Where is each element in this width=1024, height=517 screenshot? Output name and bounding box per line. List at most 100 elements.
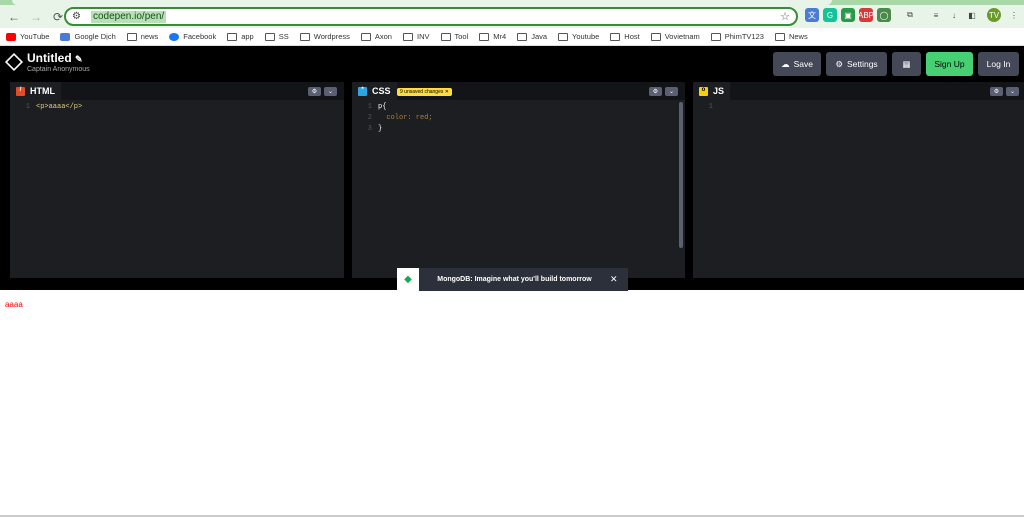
layout-button[interactable]: ▦ — [892, 52, 921, 76]
bookmark-label: Google Dịch — [74, 32, 116, 41]
gear-icon: ⚙ — [835, 58, 843, 69]
html-code[interactable]: 1 <p>aaaa</p> — [10, 102, 82, 113]
code-line: 3} — [367, 125, 383, 133]
css-pane[interactable]: * CSS 9 unsaved changes ✕ ⚙ ⌄ 1 p{ 2 color… — [352, 82, 685, 278]
ad-text[interactable]: MongoDB: Imagine what you'll build tomor… — [419, 276, 610, 283]
bookmark-label: Wordpress — [313, 32, 350, 41]
menu-icon[interactable]: ⋮ — [1007, 8, 1021, 22]
translate-icon — [60, 32, 71, 41]
code-text: p{ — [378, 103, 387, 111]
js-pane-bar — [693, 82, 1024, 100]
address-bar[interactable]: ⚙ codepen.io/pen/ ☆ — [64, 7, 798, 26]
html-icon: / — [16, 86, 25, 96]
browser-toolbar: ← → ⟳ ⚙ codepen.io/pen/ ☆ 文 G ▣ ABP ◯ ⧉ ≡ ↓ ◧ TV ⋮ — [0, 5, 1024, 28]
bookmark-label: SS — [278, 32, 289, 41]
bookmark-news[interactable]: News — [774, 32, 808, 41]
js-settings-icon[interactable]: ⚙ — [990, 87, 1003, 96]
url-text[interactable]: codepen.io/pen/ — [91, 10, 167, 23]
html-settings-icon[interactable]: ⚙ — [308, 87, 321, 96]
puzzle-icon[interactable]: ⧉ — [903, 8, 917, 22]
code-line: 1 <p>aaaa</p> — [25, 103, 83, 111]
back-icon[interactable]: ← — [6, 9, 22, 25]
bookmark-app[interactable]: app — [227, 32, 254, 41]
bookmark-label: Java — [531, 32, 548, 41]
folder-icon — [710, 32, 721, 41]
ad-banner[interactable]: ◆ MongoDB: Imagine what you'll build tom… — [397, 268, 628, 291]
js-collapse-icon[interactable]: ⌄ — [1006, 87, 1019, 96]
site-info-icon[interactable]: ⚙ — [72, 11, 86, 22]
settings-label: Settings — [846, 59, 878, 69]
bookmark-axon[interactable]: Axon — [360, 32, 392, 41]
unsaved-changes-badge[interactable]: 9 unsaved changes ✕ — [397, 88, 452, 96]
css-code[interactable]: 1 p{ 2 color: red; 3} — [352, 102, 433, 135]
bookmark-label: Axon — [374, 32, 392, 41]
bookmark-host[interactable]: Host — [610, 32, 640, 41]
folder-icon — [264, 32, 275, 41]
code-text: } — [378, 125, 383, 133]
folder-icon — [774, 32, 785, 41]
save-button[interactable]: ☁ Save — [773, 52, 821, 76]
edit-pencil-icon[interactable]: ✎ — [75, 54, 83, 64]
grammarly-icon[interactable]: G — [823, 8, 837, 22]
settings-button[interactable]: ⚙ Settings — [826, 52, 887, 76]
tab-css[interactable]: * CSS — [352, 82, 397, 100]
codepen-logo-icon[interactable] — [4, 52, 24, 72]
chat-icon[interactable]: ◯ — [877, 8, 891, 22]
bookmark-ss[interactable]: SS — [264, 32, 289, 41]
html-collapse-icon[interactable]: ⌄ — [324, 87, 337, 96]
bookmarks-bar: YouTube Google Dịch news Facebook app SS Wordp… — [0, 28, 1024, 46]
bookmark-mr4[interactable]: Mr4 — [479, 32, 506, 41]
folder-icon — [650, 32, 661, 41]
folder-icon — [558, 32, 569, 41]
code-text: <p>aaaa</p> — [36, 103, 83, 111]
js-tab-label: JS — [713, 86, 725, 96]
bookmark-star-icon[interactable]: ☆ — [780, 10, 790, 23]
folder-icon — [479, 32, 490, 41]
extension-green-icon[interactable]: ▣ — [841, 8, 855, 22]
folder-icon — [126, 32, 137, 41]
pen-author[interactable]: Captain Anonymous — [27, 66, 90, 73]
code-line: 2 color: red; — [367, 114, 433, 122]
bookmark-google-d-ch[interactable]: Google Dịch — [60, 32, 116, 41]
youtube-icon — [6, 32, 16, 41]
bookmark-youtube[interactable]: YouTube — [6, 32, 49, 41]
html-pane[interactable]: / HTML ⚙ ⌄ 1 <p>aaaa</p> — [10, 82, 344, 278]
bookmark-inv[interactable]: INV — [402, 32, 430, 41]
bookmark-youtube[interactable]: Youtube — [558, 32, 599, 41]
js-pane[interactable]: o JS ⚙ ⌄ 1 — [693, 82, 1024, 278]
adblock-icon[interactable]: ABP — [858, 8, 874, 22]
signup-button[interactable]: Sign Up — [926, 52, 973, 76]
bookmark-label: INV — [416, 32, 430, 41]
js-icon: o — [699, 86, 708, 96]
bookmark-vovietnam[interactable]: Vovietnam — [650, 32, 700, 41]
pen-title-text[interactable]: Untitled — [27, 51, 72, 65]
profile-avatar-icon[interactable]: TV — [987, 8, 1001, 22]
ad-close-icon[interactable]: ✕ — [610, 274, 628, 285]
bookmark-tool[interactable]: Tool — [440, 32, 468, 41]
bookmark-facebook[interactable]: Facebook — [169, 32, 216, 41]
bookmark-label: YouTube — [20, 32, 50, 41]
tab-js[interactable]: o JS — [693, 82, 731, 100]
html-tab-label: HTML — [30, 86, 55, 96]
forward-icon[interactable]: → — [28, 9, 44, 25]
bookmark-wordpress[interactable]: Wordpress — [299, 32, 350, 41]
folder-icon — [299, 32, 310, 41]
css-scrollbar[interactable] — [679, 102, 683, 248]
folder-icon — [440, 32, 451, 41]
js-code[interactable]: 1 — [693, 102, 719, 113]
sidepanel-icon[interactable]: ◧ — [965, 8, 979, 22]
pen-title[interactable]: Untitled ✎ — [27, 51, 83, 65]
bookmark-phimtv123[interactable]: PhimTV123 — [710, 32, 764, 41]
translate-icon[interactable]: 文 — [805, 8, 819, 22]
bookmark-label: Host — [624, 32, 640, 41]
css-collapse-icon[interactable]: ⌄ — [665, 87, 678, 96]
css-settings-icon[interactable]: ⚙ — [649, 87, 662, 96]
download-icon[interactable]: ↓ — [947, 8, 961, 22]
media-icon[interactable]: ≡ — [929, 8, 943, 22]
bookmark-java[interactable]: Java — [517, 32, 547, 41]
codepen-header: Untitled ✎ Captain Anonymous ☁ Save ⚙ Sett… — [0, 46, 1024, 81]
login-button[interactable]: Log In — [978, 52, 1019, 76]
tab-html[interactable]: / HTML — [10, 82, 61, 100]
css-tab-label: CSS — [372, 86, 391, 96]
bookmark-news[interactable]: news — [126, 32, 158, 41]
